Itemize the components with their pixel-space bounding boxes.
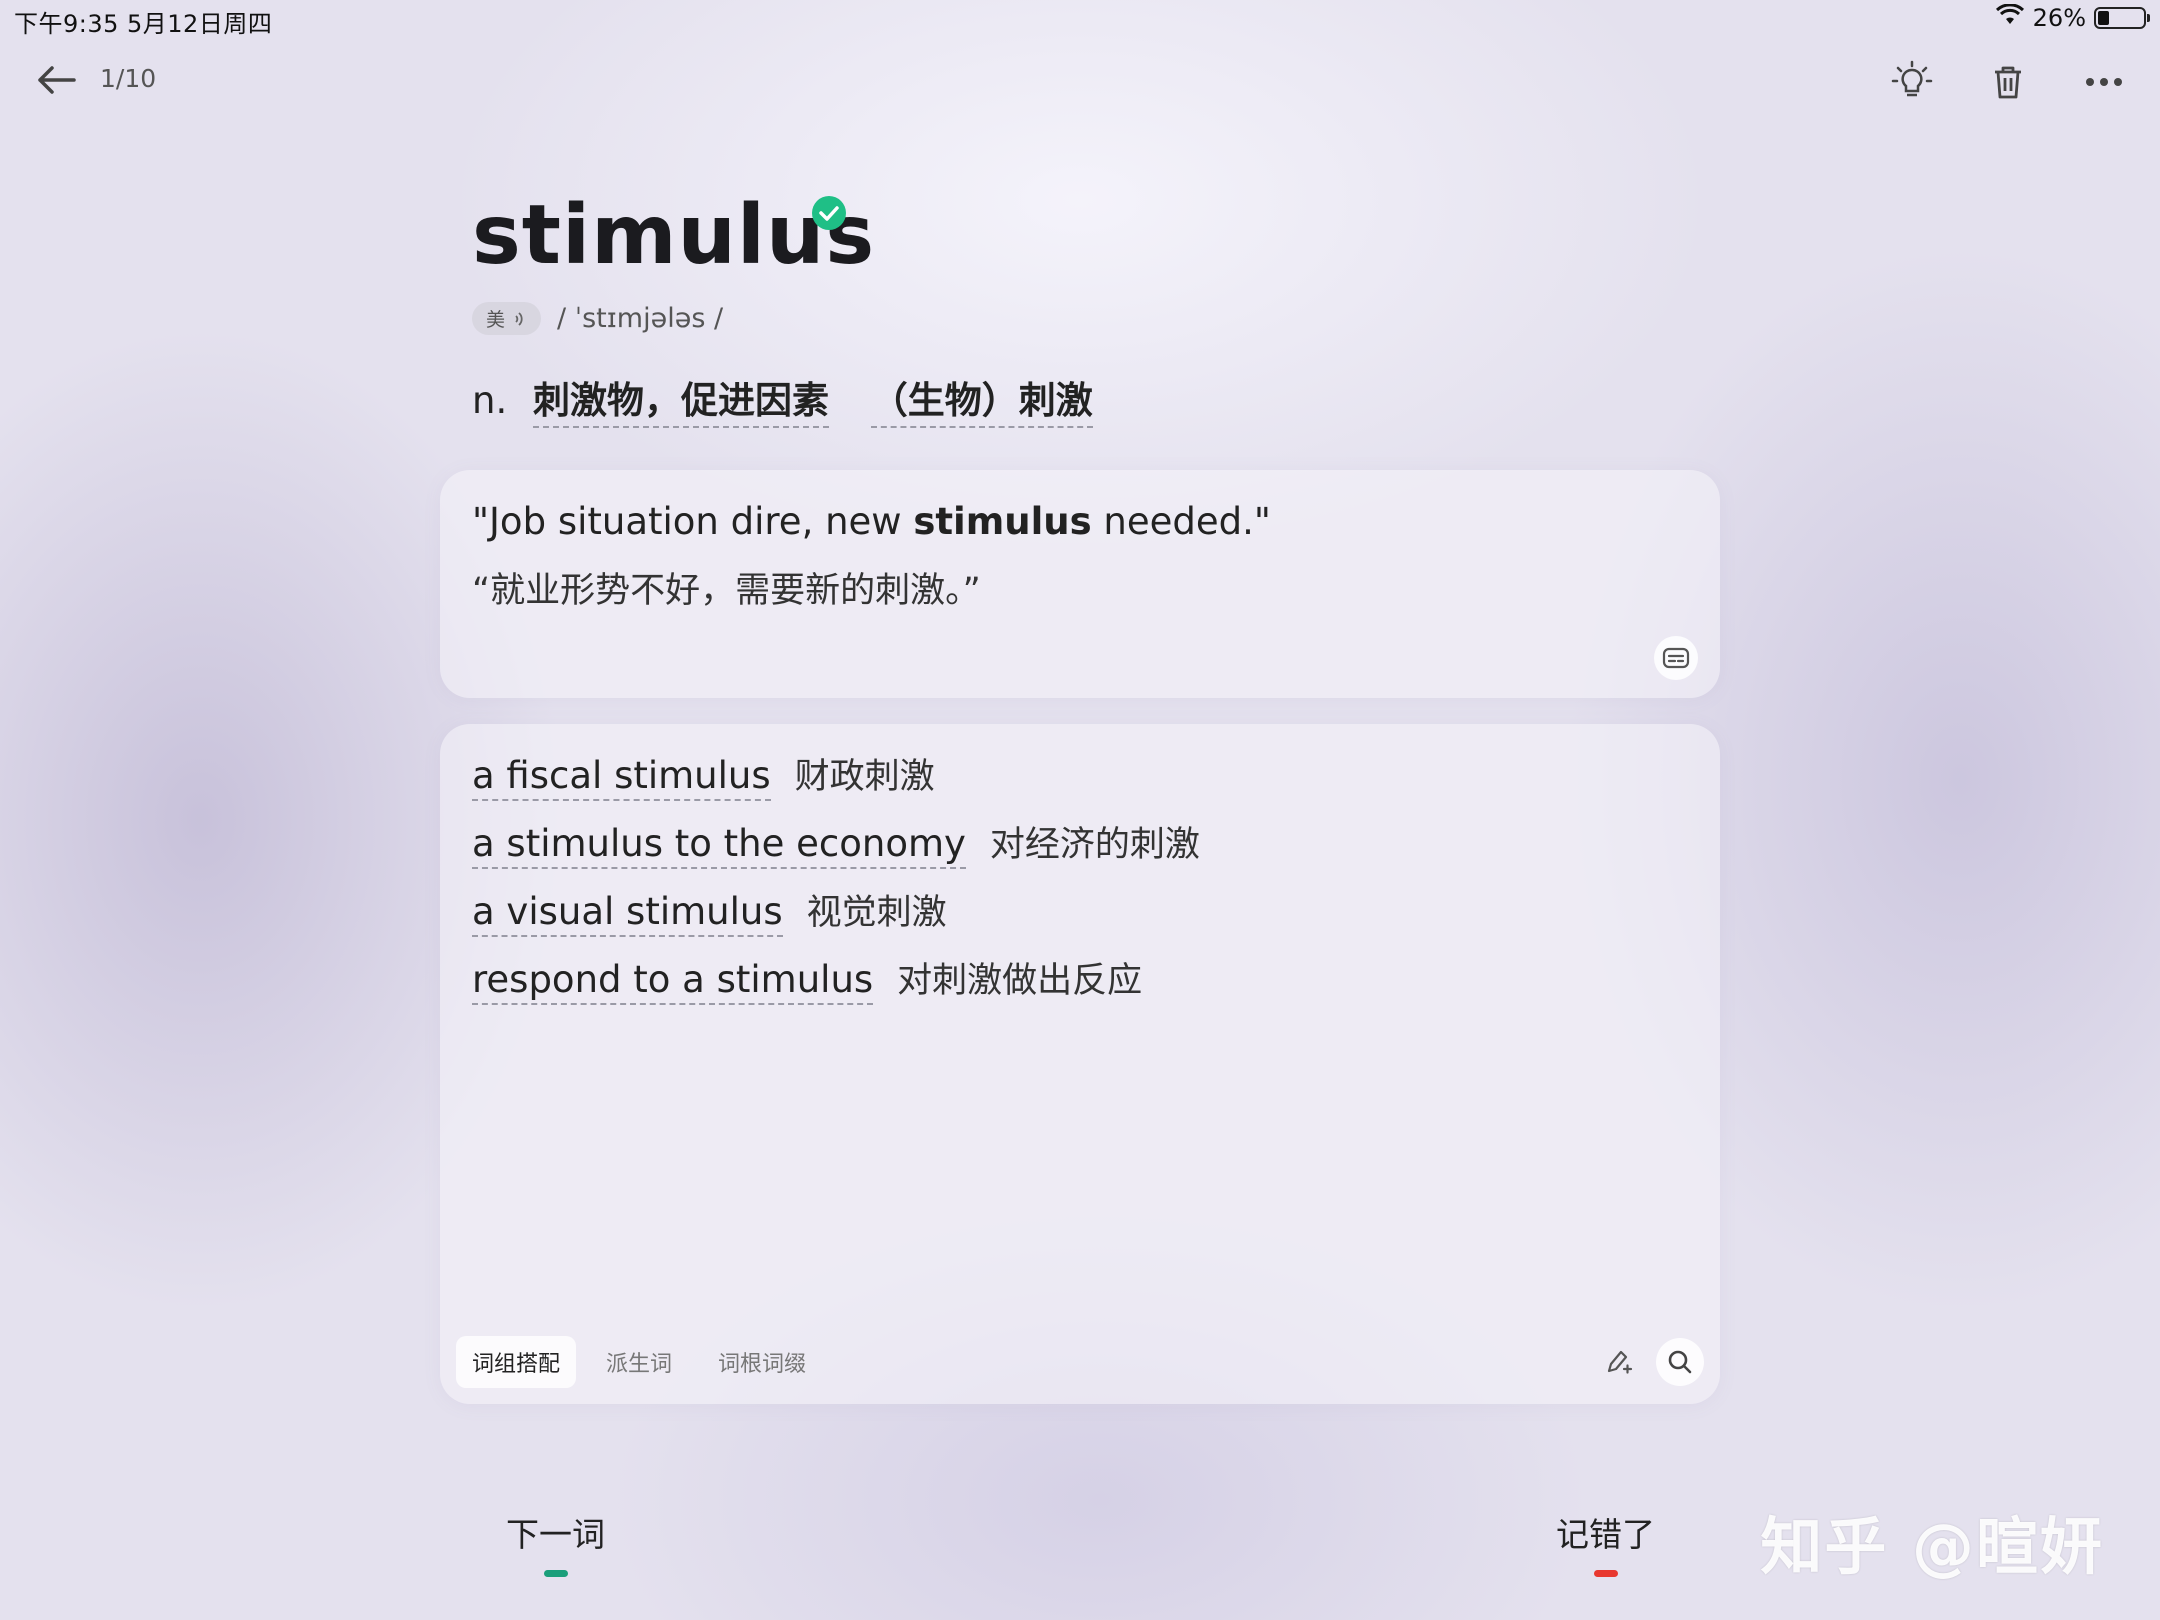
wifi-icon (1995, 3, 2025, 32)
more-dots-icon (2086, 78, 2122, 86)
phrase-item[interactable]: a visual stimulus 视觉刺激 (472, 884, 1200, 952)
definition-item[interactable]: 刺激物，促进因素 (532, 379, 829, 428)
phrase-list: a fiscal stimulus 财政刺激 a stimulus to the… (472, 748, 1200, 1020)
pronunciation-button[interactable]: 美 (472, 302, 542, 335)
watermark: 知乎 @暄妍 (1760, 1510, 2104, 1583)
back-button[interactable] (34, 60, 78, 100)
pronunciation-row: 美 / ˈstɪmjələs / (472, 302, 723, 335)
example-text-before: "Job situation dire, new (472, 500, 914, 543)
phrase-english[interactable]: respond to a stimulus (472, 958, 874, 1005)
next-word-indicator (543, 1570, 568, 1577)
top-bar: 1/10 (0, 50, 2160, 110)
delete-button[interactable] (1984, 58, 2032, 106)
tab-derivatives[interactable]: 派生词 (590, 1336, 688, 1388)
more-button[interactable] (2080, 58, 2128, 106)
next-word-label: 下一词 (506, 1515, 605, 1554)
hint-button[interactable] (1888, 58, 1936, 106)
next-word-button[interactable]: 下一词 (506, 1508, 605, 1577)
phrase-english[interactable]: a visual stimulus (472, 890, 783, 937)
phrase-item[interactable]: a fiscal stimulus 财政刺激 (472, 748, 1200, 816)
phrase-english[interactable]: a stimulus to the economy (472, 822, 966, 869)
marked-wrong-button[interactable]: 记错了 (1556, 1508, 1655, 1577)
example-english: "Job situation dire, new stimulus needed… (472, 500, 1271, 543)
arrow-left-icon (38, 66, 76, 94)
phrase-chinese: 视觉刺激 (806, 893, 947, 933)
progress-counter: 1/10 (100, 64, 157, 93)
search-icon (1668, 1350, 1692, 1374)
example-card: "Job situation dire, new stimulus needed… (440, 470, 1720, 698)
part-of-speech: n. (472, 379, 508, 422)
phrase-item[interactable]: respond to a stimulus 对刺激做出反应 (472, 952, 1200, 1020)
phrase-english[interactable]: a fiscal stimulus (472, 754, 771, 801)
pen-add-icon (1607, 1350, 1633, 1374)
speaker-icon (515, 311, 523, 326)
status-right-group: 26% (1995, 3, 2150, 32)
battery-icon (2094, 7, 2150, 29)
phrase-item[interactable]: a stimulus to the economy 对经济的刺激 (472, 816, 1200, 884)
marked-wrong-label: 记错了 (1556, 1515, 1655, 1554)
tab-roots-affixes[interactable]: 词根词缀 (702, 1336, 822, 1388)
phrase-tabs: 词组搭配 派生词 词根词缀 (456, 1336, 822, 1388)
battery-percent: 26% (2032, 4, 2086, 32)
definition-item[interactable]: （生物）刺激 (870, 379, 1093, 428)
tab-collocations[interactable]: 词组搭配 (456, 1336, 577, 1388)
definition-row: n. 刺激物，促进因素 （生物）刺激 (472, 370, 1123, 428)
add-note-button[interactable] (1594, 1338, 1642, 1386)
marked-wrong-indicator (1593, 1570, 1618, 1577)
verified-check-icon (812, 196, 846, 230)
example-highlight: stimulus (913, 500, 1092, 543)
phrase-chinese: 财政刺激 (794, 757, 935, 797)
phrase-chinese: 对经济的刺激 (989, 825, 1200, 865)
example-detail-button[interactable] (1654, 636, 1698, 680)
phrase-card: a fiscal stimulus 财政刺激 a stimulus to the… (440, 724, 1720, 1404)
trash-icon (1995, 66, 2021, 99)
phrase-chinese: 对刺激做出反应 (897, 961, 1143, 1001)
search-button[interactable] (1656, 1338, 1704, 1386)
example-text-after: needed." (1091, 500, 1271, 543)
status-bar: 下午9:35 5月12日周四 26% (0, 0, 2160, 40)
accent-label: 美 (486, 309, 506, 331)
example-chinese: “就业形势不好，需要新的刺激。” (472, 571, 981, 611)
headword-area: stimulus (472, 188, 875, 283)
status-time-date: 下午9:35 5月12日周四 (14, 10, 273, 38)
lightbulb-icon (1891, 60, 1933, 97)
phonetic-text: / ˈstɪmjələs / (557, 303, 724, 334)
caption-icon (1662, 647, 1690, 669)
